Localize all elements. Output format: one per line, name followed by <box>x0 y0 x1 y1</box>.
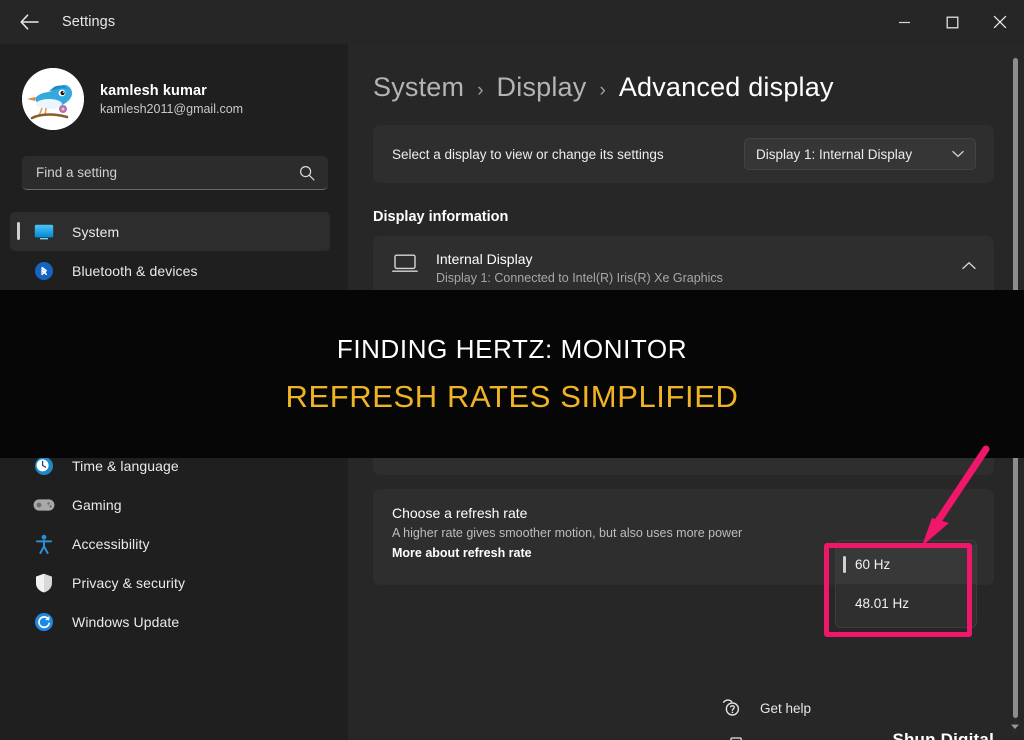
breadcrumb: System › Display › Advanced display <box>373 72 1024 103</box>
sidebar-item-windows-update[interactable]: Windows Update <box>10 602 330 641</box>
laptop-monitor-icon <box>392 254 422 279</box>
accessibility-icon <box>32 533 56 555</box>
breadcrumb-current: Advanced display <box>618 72 834 102</box>
breadcrumb-separator: › <box>599 80 606 101</box>
sidebar-item-gaming[interactable]: Gaming <box>10 485 330 524</box>
overlay-banner: FINDING HERTZ: MONITOR REFRESH RATES SIM… <box>0 290 1024 458</box>
bird-avatar-icon <box>22 68 84 130</box>
help-icon <box>721 698 749 718</box>
maximize-button[interactable] <box>928 0 976 44</box>
scrollbar-down-arrow-icon[interactable] <box>1010 718 1020 736</box>
close-button[interactable] <box>976 0 1024 44</box>
search-box[interactable] <box>22 156 328 190</box>
close-icon <box>993 15 1007 29</box>
sidebar-item-label: Accessibility <box>72 535 150 552</box>
sidebar-item-accessibility[interactable]: Accessibility <box>10 524 330 563</box>
sidebar-item-label: Privacy & security <box>72 574 186 591</box>
display-selector-value: Display 1: Internal Display <box>756 146 913 162</box>
window-controls <box>880 0 1024 44</box>
update-icon <box>32 611 56 633</box>
more-about-refresh-rate-link[interactable]: More about refresh rate <box>392 546 742 560</box>
search-icon <box>299 165 315 186</box>
gamepad-icon <box>32 494 56 516</box>
shield-icon <box>32 572 56 594</box>
sidebar-item-bluetooth-devices[interactable]: Bluetooth & devices <box>10 251 330 290</box>
footer-links: Get help Give feedback <box>721 689 846 740</box>
chevron-down-icon <box>952 145 964 163</box>
breadcrumb-display[interactable]: Display <box>497 72 587 103</box>
display-selector-dropdown[interactable]: Display 1: Internal Display <box>744 138 976 170</box>
sidebar-item-label: System <box>72 223 120 240</box>
back-arrow-icon <box>19 14 39 30</box>
display-selector-label: Select a display to view or change its s… <box>392 146 664 162</box>
watermark: Shun Digital <box>892 730 994 740</box>
refresh-rate-subtitle: A higher rate gives smoother motion, but… <box>392 526 743 540</box>
display-device-name: Internal Display <box>436 251 533 267</box>
chevron-up-icon[interactable] <box>962 257 976 275</box>
get-help-label: Get help <box>760 700 812 716</box>
overlay-line-1: FINDING HERTZ: MONITOR <box>336 333 688 364</box>
account-text: kamlesh kumar kamlesh2011@gmail.com <box>100 83 243 116</box>
account-name: kamlesh kumar <box>100 82 207 99</box>
display-information-text: Internal Display Display 1: Connected to… <box>436 251 723 285</box>
refresh-rate-title: Choose a refresh rate <box>392 505 528 521</box>
sidebar-item-label: Time & language <box>72 457 179 474</box>
minimize-icon <box>898 21 910 23</box>
get-help-link[interactable]: Get help <box>721 689 846 727</box>
sidebar-item-privacy-security[interactable]: Privacy & security <box>10 563 330 602</box>
sidebar-item-system[interactable]: System <box>10 212 330 251</box>
section-title-display-information: Display information <box>373 209 509 225</box>
give-feedback-link[interactable]: Give feedback <box>721 727 846 740</box>
back-button[interactable] <box>12 5 46 39</box>
refresh-rate-text: Choose a refresh rate A higher rate give… <box>392 503 742 560</box>
refresh-rate-highlight-box <box>824 543 972 637</box>
monitor-icon <box>32 221 56 243</box>
display-device-subtitle: Display 1: Connected to Intel(R) Iris(R)… <box>436 271 723 285</box>
overlay-line-2: REFRESH RATES SIMPLIFIED <box>285 378 739 414</box>
sidebar-item-label: Gaming <box>72 496 122 513</box>
maximize-icon <box>946 16 958 28</box>
feedback-icon <box>721 736 749 740</box>
window-title: Settings <box>62 14 116 30</box>
selection-indicator <box>17 222 20 240</box>
display-selector-card: Select a display to view or change its s… <box>373 125 994 183</box>
bluetooth-icon <box>32 260 56 282</box>
search-input[interactable] <box>22 156 272 189</box>
account-block[interactable]: kamlesh kumar kamlesh2011@gmail.com <box>22 68 348 130</box>
minimize-button[interactable] <box>880 0 928 44</box>
breadcrumb-separator: › <box>477 80 484 101</box>
avatar <box>22 68 84 130</box>
display-information-header[interactable]: Internal Display Display 1: Connected to… <box>373 236 994 295</box>
title-bar: Settings <box>0 0 1024 44</box>
settings-window: Settings kamlesh kumar kamlesh2011@gmail… <box>0 0 1024 740</box>
account-email: kamlesh2011@gmail.com <box>100 101 244 116</box>
breadcrumb-system[interactable]: System <box>373 72 464 103</box>
sidebar-item-label: Windows Update <box>72 613 180 630</box>
sidebar-item-label: Bluetooth & devices <box>72 262 198 279</box>
